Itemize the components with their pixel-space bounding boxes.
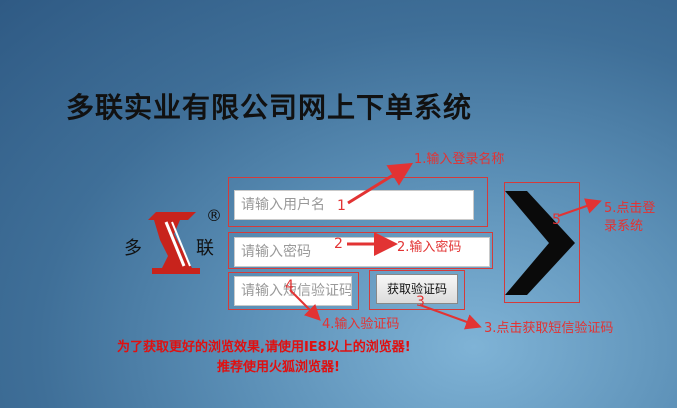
browser-notice-line2: 推荐使用火狐浏览器!	[217, 360, 340, 375]
page-title: 多联实业有限公司网上下单系统	[66, 91, 473, 124]
annotation-number-2: 2	[334, 236, 343, 252]
annotation-number-3: 3	[416, 294, 425, 310]
logo-char-right: 联	[196, 238, 214, 259]
registered-mark: ®	[206, 206, 222, 225]
annotation-step4: 4.输入验证码	[322, 317, 400, 332]
annotation-number-4: 4	[285, 278, 294, 294]
annotation-step1: 1.输入登录名称	[414, 152, 505, 167]
annotation-number-5: 5	[552, 212, 561, 228]
logo-char-left: 多	[124, 238, 142, 259]
annotation-step5-line2: 录系统	[604, 219, 644, 234]
login-button[interactable]	[504, 182, 580, 303]
annotation-step2: 2.输入密码	[397, 240, 462, 255]
username-input[interactable]: 请输入用户名	[234, 190, 474, 220]
chevron-right-icon	[505, 191, 575, 295]
annotation-number-1: 1	[337, 198, 346, 214]
annotation-step3: 3.点击获取短信验证码	[484, 321, 614, 336]
browser-notice-line1: 为了获取更好的浏览效果,请使用IE8以上的浏览器!	[117, 340, 411, 355]
annotation-step5-line1: 5.点击登	[604, 201, 656, 216]
